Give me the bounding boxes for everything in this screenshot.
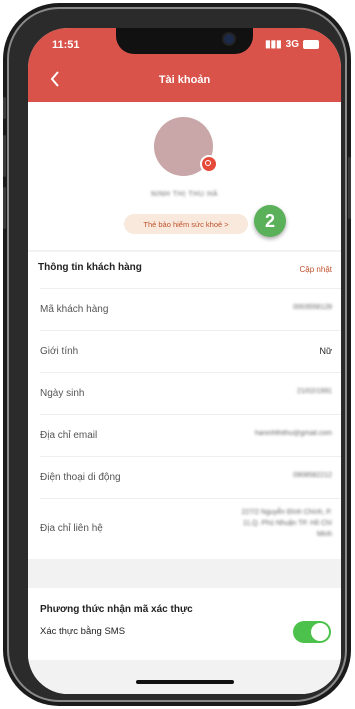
page-title: Tài khoản (158, 74, 211, 86)
phone-frame: 11:51 ▮▮▮ 3G Tài khoản NINH THỊ THU HÀ T… (3, 7, 351, 702)
section-title: Thông tin khách hàng (38, 262, 142, 273)
info-row-address: Địa chỉ liên hệ 227/2 Nguyễn Đình Chính,… (40, 498, 341, 559)
info-row-phone: Điện thoại di động 0908582212 (40, 456, 341, 498)
mute-switch (3, 97, 6, 119)
row-label: Giới tính (40, 346, 79, 357)
update-link[interactable]: Cập nhật (300, 265, 332, 274)
verification-section: Phương thức nhận mã xác thực Xác thực bằ… (28, 588, 341, 660)
toggle-knob (311, 623, 329, 641)
status-indicators: ▮▮▮ 3G (265, 39, 319, 50)
row-value: 0908582212 (293, 472, 332, 479)
customer-info-card: Thông tin khách hàng Cập nhật Mã khách h… (28, 252, 341, 559)
status-time: 11:51 (52, 39, 80, 51)
row-value: haninhthithu@gmail.com (254, 430, 332, 437)
camera-icon[interactable] (200, 155, 218, 173)
sms-toggle[interactable] (293, 621, 331, 643)
user-name: NINH THỊ THU HÀ (150, 191, 219, 198)
row-value: 21/02/1991 (296, 388, 332, 395)
row-label: Điện thoại di động (40, 472, 121, 483)
network-label: 3G (285, 39, 299, 50)
row-value: Nữ (319, 346, 332, 356)
sms-label: Xác thực bằng SMS (40, 626, 126, 637)
power-button (348, 157, 351, 219)
nav-bar: Tài khoản (28, 62, 341, 102)
volume-up-button (3, 135, 6, 177)
app-screen: 11:51 ▮▮▮ 3G Tài khoản NINH THỊ THU HÀ T… (28, 28, 341, 694)
info-row-email: Địa chỉ email haninhthithu@gmail.com (40, 414, 341, 456)
profile-section: NINH THỊ THU HÀ Thẻ bảo hiểm sức khoẻ > … (28, 102, 341, 250)
row-value: 0003558128 (293, 304, 332, 311)
row-value: 227/2 Nguyễn Đình Chính, P. 11,Q. Phú Nh… (241, 509, 332, 538)
signal-icon: ▮▮▮ (265, 39, 282, 50)
customer-info-header: Thông tin khách hàng Cập nhật (28, 252, 341, 288)
bottom-area (28, 660, 341, 694)
info-row-birthdate: Ngày sinh 21/02/1991 (40, 372, 341, 414)
volume-down-button (3, 187, 6, 229)
home-indicator[interactable] (136, 680, 234, 684)
row-label: Địa chỉ liên hệ (40, 523, 103, 534)
row-label: Địa chỉ email (40, 430, 98, 441)
info-row-customer-id: Mã khách hàng 0003558128 (40, 288, 341, 330)
row-label: Mã khách hàng (40, 304, 109, 315)
row-label: Ngày sinh (40, 388, 85, 399)
info-row-gender: Giới tính Nữ (40, 330, 341, 372)
battery-icon (303, 40, 319, 49)
insurance-card-button[interactable]: Thẻ bảo hiểm sức khoẻ > (124, 214, 248, 234)
step-marker: 2 (254, 205, 286, 237)
front-camera (224, 34, 234, 44)
verification-title: Phương thức nhận mã xác thực (40, 604, 193, 615)
